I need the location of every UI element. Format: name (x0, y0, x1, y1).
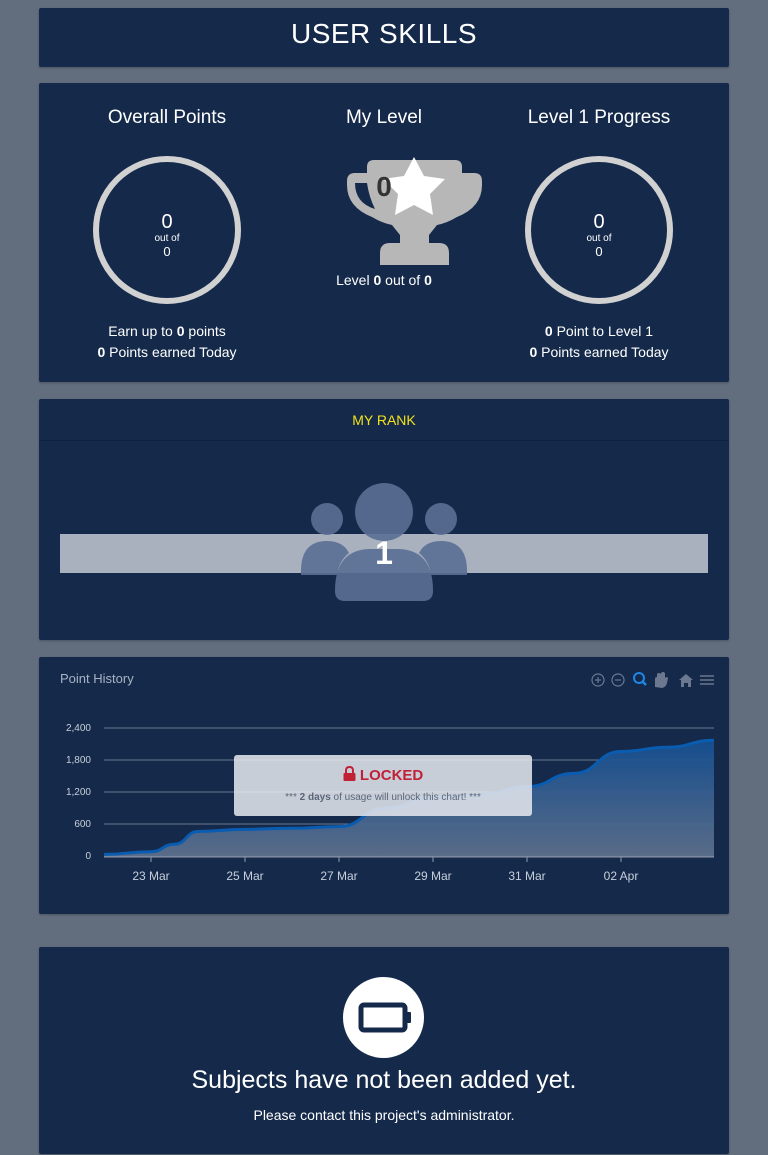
x-tick-label: 02 Apr (604, 869, 639, 883)
x-tick-label: 31 Mar (508, 869, 545, 883)
y-tick-label: 600 (74, 819, 91, 830)
title-card: USER SKILLS (39, 8, 729, 67)
overall-points-ring: 0 out of 0 (93, 156, 241, 304)
points-to-level-line: 0 Point to Level 1 (544, 323, 654, 339)
overall-points-value: 0 (161, 211, 173, 233)
page-title: USER SKILLS (290, 18, 478, 49)
overall-today-line: 0 Points earned Today (97, 344, 237, 360)
locked-message: *** 2 days of usage will unlock this cha… (285, 792, 481, 803)
locked-title: LOCKED (234, 765, 532, 784)
progress-today-line: 0 Points earned Today (529, 344, 669, 360)
y-tick-label: 1,800 (66, 755, 91, 766)
no-subjects-title: Subjects have not been added yet. (191, 1066, 577, 1094)
rank-value: 1 (375, 535, 393, 571)
x-tick-label: 27 Mar (320, 869, 357, 883)
y-tick-label: 0 (85, 851, 91, 862)
no-subjects-subtitle: Please contact this project's administra… (253, 1107, 515, 1123)
level-progress-total: 0 (595, 244, 603, 259)
stats-card: Overall Points 0 out of 0 Earn up to 0 p… (39, 83, 729, 382)
subjects-card: Subjects have not been added yet. Please… (39, 947, 729, 1154)
overall-points-total: 0 (163, 244, 171, 259)
battery-empty-icon (343, 977, 424, 1058)
level-progress-value: 0 (593, 211, 605, 233)
earn-up-to-line: Earn up to 0 points (108, 323, 226, 339)
level-star-value: 0 (376, 171, 392, 202)
level-line: Level 0 out of 0 (336, 272, 432, 288)
my-level-heading: My Level (345, 107, 423, 128)
lock-icon (343, 765, 356, 781)
level-progress-heading: Level 1 Progress (527, 107, 671, 128)
point-history-card: Point History 2,400 1,800 1,200 600 0 23 Mar… (39, 657, 729, 914)
my-rank-heading[interactable]: MY RANK (39, 399, 729, 441)
y-tick-label: 1,200 (66, 787, 91, 798)
y-tick-label: 2,400 (66, 723, 91, 734)
level-progress-ring: 0 out of 0 (525, 156, 673, 304)
trophy-icon (347, 157, 482, 265)
x-tick-label: 25 Mar (226, 869, 263, 883)
my-rank-card[interactable]: MY RANK 1 (39, 399, 729, 640)
locked-overlay: LOCKED *** 2 days of usage will unlock t… (234, 755, 532, 816)
overall-points-heading: Overall Points (107, 107, 227, 128)
x-tick-label: 23 Mar (132, 869, 169, 883)
x-tick-label: 29 Mar (414, 869, 451, 883)
